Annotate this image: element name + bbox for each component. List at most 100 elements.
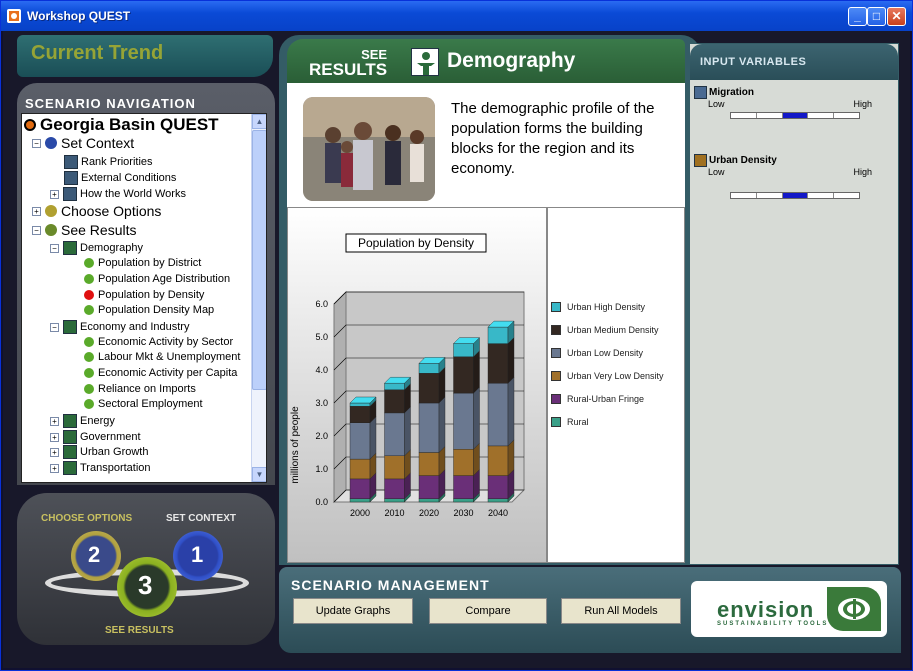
tree-item-labour-market[interactable]: Labour Mkt & Unemployment <box>84 351 240 363</box>
compare-button[interactable]: Compare <box>429 598 547 624</box>
tree-item-see-results[interactable]: − See Results <box>32 222 136 238</box>
y-tick-label: 5.0 <box>315 332 328 342</box>
variable-name: Migration <box>709 87 754 98</box>
tree-item-energy[interactable]: + Energy <box>50 414 115 428</box>
tree-item-population-by-density[interactable]: Population by Density <box>84 289 204 301</box>
step-2-button[interactable]: 2 <box>71 531 121 581</box>
x-tick-label: 2020 <box>419 508 439 518</box>
step-1-button[interactable]: 1 <box>173 531 223 581</box>
status-red-icon <box>84 290 94 300</box>
tree-item-reliance-imports[interactable]: Reliance on Imports <box>84 383 196 395</box>
collapse-icon[interactable]: − <box>50 243 59 253</box>
expand-icon[interactable]: + <box>50 447 59 457</box>
chart-area: Population by Density 0.0 1.0 2.0 3.0 4.0 5.0 6… <box>287 207 547 563</box>
status-green-icon <box>84 384 94 394</box>
expand-icon[interactable]: + <box>50 463 59 473</box>
y-tick-label: 2.0 <box>315 431 328 441</box>
tree-label: Population Age Distribution <box>98 273 231 285</box>
close-button[interactable]: ✕ <box>887 7 906 26</box>
bar-segment-side <box>473 350 480 394</box>
tree-label: External Conditions <box>81 172 177 184</box>
tree-item-urban-growth[interactable]: + Urban Growth <box>50 445 148 459</box>
bar-segment <box>487 475 509 499</box>
migration-slider[interactable] <box>730 112 860 119</box>
person-icon <box>63 241 77 255</box>
tree-item-population-age[interactable]: Population Age Distribution <box>84 273 230 285</box>
tree-item-set-context[interactable]: − Set Context <box>32 135 134 151</box>
x-tick-label: 2000 <box>350 508 370 518</box>
tree-root[interactable]: Georgia Basin QUEST <box>24 115 219 135</box>
tree-item-population-density-map[interactable]: Population Density Map <box>84 304 214 316</box>
tree-label: Demography <box>80 242 143 254</box>
tree-item-sectoral-employment[interactable]: Sectoral Employment <box>84 398 203 410</box>
set-context-label[interactable]: SET CONTEXT <box>166 513 236 524</box>
description-text: The demographic profile of the populatio… <box>451 100 655 177</box>
tree-scrollbar[interactable]: ▲ ▼ <box>251 114 266 482</box>
step-3-icon <box>45 224 57 236</box>
tree-item-economic-activity-capita[interactable]: Economic Activity per Capita <box>84 367 237 379</box>
scroll-up-icon[interactable]: ▲ <box>252 114 266 129</box>
bar-segment-side <box>507 376 515 447</box>
client-area: Current Trend SCENARIO NAVIGATION Georgi… <box>3 31 910 668</box>
maximize-button[interactable]: □ <box>867 7 886 26</box>
current-trend-banner[interactable]: Current Trend <box>17 35 273 77</box>
bar-chart-icon <box>64 155 78 169</box>
tree-label: Population by Density <box>98 289 205 301</box>
app-window: Workshop QUEST _ □ ✕ Current Trend SCENA… <box>0 0 913 671</box>
tree-item-economic-activity-sector[interactable]: Economic Activity by Sector <box>84 336 233 348</box>
quest-icon <box>24 119 36 131</box>
scroll-down-icon[interactable]: ▼ <box>252 467 266 482</box>
status-green-icon <box>84 337 94 347</box>
see-results-heading: SEE RESULTS <box>309 47 387 78</box>
collapse-icon[interactable]: − <box>32 225 41 235</box>
urban-density-variable: Urban Density Low High <box>694 154 892 199</box>
tree-item-choose-options[interactable]: + Choose Options <box>32 203 161 219</box>
tree-item-government[interactable]: + Government <box>50 430 141 444</box>
tree-item-economy[interactable]: − Economy and Industry <box>50 320 189 334</box>
minimize-button[interactable]: _ <box>848 7 867 26</box>
dollar-icon <box>63 320 77 334</box>
collapse-icon[interactable]: − <box>50 322 59 332</box>
tree-item-how-world-works[interactable]: + How the World Works <box>50 187 186 201</box>
expand-icon[interactable]: + <box>50 416 59 426</box>
update-graphs-button[interactable]: Update Graphs <box>293 598 413 624</box>
tree-item-population-by-district[interactable]: Population by District <box>84 257 201 269</box>
tree-item-transportation[interactable]: + Transportation <box>50 461 151 475</box>
scenario-navigation-panel: SCENARIO NAVIGATION Georgia Basin QUEST … <box>17 83 275 485</box>
tree-item-external-conditions[interactable]: External Conditions <box>64 171 176 185</box>
y-tick-label: 4.0 <box>315 365 328 375</box>
urban-density-slider[interactable] <box>730 192 860 199</box>
step-3-button[interactable]: 3 <box>117 557 177 617</box>
tree-label: Government <box>80 431 141 443</box>
scroll-thumb[interactable] <box>252 130 266 390</box>
collapse-icon[interactable]: − <box>32 138 41 148</box>
bar-segment <box>349 406 371 424</box>
run-all-models-button[interactable]: Run All Models <box>561 598 681 624</box>
bar-segment <box>384 412 405 456</box>
bar-segment <box>418 402 440 453</box>
section-title: Demography <box>447 49 576 72</box>
step-1-number: 1 <box>191 542 204 567</box>
status-green-icon <box>84 352 94 362</box>
tree-item-demography[interactable]: − Demography <box>50 241 143 255</box>
status-green-icon <box>84 274 94 284</box>
bar-segment <box>418 452 440 476</box>
see-results-label[interactable]: SEE RESULTS <box>105 625 174 636</box>
choose-options-label[interactable]: CHOOSE OPTIONS <box>41 513 132 524</box>
expand-icon[interactable]: + <box>32 206 41 216</box>
x-tick-label: 2040 <box>488 508 508 518</box>
expand-icon[interactable]: + <box>50 432 59 442</box>
tree-item-rank-priorities[interactable]: Rank Priorities <box>64 155 153 169</box>
expand-icon[interactable]: + <box>50 189 59 199</box>
tree-label: Urban Growth <box>80 446 149 458</box>
legend-item: Urban Very Low Density <box>551 371 664 381</box>
navigation-tree[interactable]: Georgia Basin QUEST − Set Context Rank P… <box>21 113 267 483</box>
legend-swatch <box>551 325 561 335</box>
y-tick-label: 0.0 <box>315 497 328 507</box>
bar-segment <box>487 445 509 476</box>
legend-label: Urban Very Low Density <box>567 371 664 381</box>
brand-name: envision <box>717 597 815 622</box>
title-bar[interactable]: Workshop QUEST _ □ ✕ <box>1 1 912 31</box>
low-label: Low <box>708 167 725 177</box>
tree-label: Labour Mkt & Unemployment <box>98 351 241 363</box>
